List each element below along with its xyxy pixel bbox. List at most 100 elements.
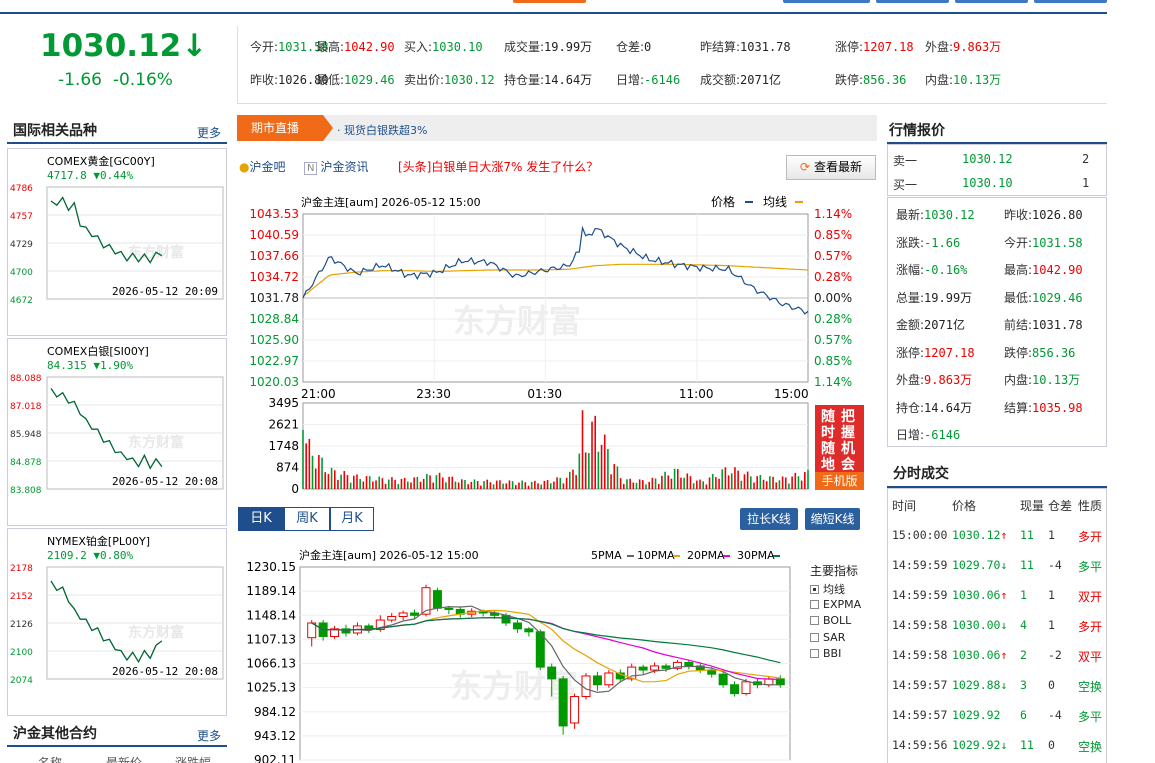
checkbox-icon[interactable] <box>810 649 819 658</box>
indicator-option[interactable]: BOLL <box>810 614 851 627</box>
ad-char: 握 <box>841 425 855 441</box>
mini-tick-label: 2152 <box>10 592 33 602</box>
news-icon: N <box>304 162 318 175</box>
tick-nature: 多开 <box>1078 530 1103 544</box>
intl-product-card[interactable]: 2178 2152 2126 2100 2074 东方财富 NYMEX铂金[PL00Y] 21… <box>7 528 227 716</box>
tick-delta: 1 <box>1048 618 1055 632</box>
kline-tab[interactable]: 月K <box>330 507 374 531</box>
ticks-col-header: 时间 <box>892 499 917 513</box>
quote-item: 跌停:856.36 <box>835 73 907 87</box>
candle-body <box>650 665 660 671</box>
intl-product-card[interactable]: 88.088 87.018 85.948 84.878 83.808 东方财富 COMEX白… <box>7 338 227 526</box>
top-nav-accent[interactable] <box>513 0 586 3</box>
quote-stat: 金额:2071亿 <box>896 318 965 332</box>
ticks-col-header: 价格 <box>952 499 977 513</box>
mini-tick-label: 4786 <box>10 184 33 194</box>
volume-tick-label: 0 <box>291 482 299 496</box>
tick-nature: 空换 <box>1078 680 1103 694</box>
kline-y-tick-label: 1189.14 <box>246 584 296 598</box>
mini-tick-label: 2178 <box>10 564 33 574</box>
intl-product-price: 4717.8 ▼0.44% <box>47 169 134 182</box>
mini-tick-label: 87.018 <box>10 402 42 412</box>
tick-delta: -2 <box>1048 648 1062 662</box>
pct-tick-label: 0.57% <box>814 249 852 263</box>
section-underline <box>7 142 227 144</box>
quote-stat: 涨幅:-0.16% <box>896 263 968 277</box>
indicator-option[interactable]: 均线 <box>810 581 845 597</box>
candle-body <box>741 681 751 695</box>
ticks-col-header: 现量 <box>1020 499 1045 513</box>
intl-product-date: 2026-05-12 20:09 <box>112 285 218 298</box>
price-change: -1.66 -0.16% <box>58 70 173 90</box>
candle-body <box>730 684 740 695</box>
intl-product-card[interactable]: 4786 4757 4729 4700 4672 东方财富 COMEX黄金[GC00Y] 47… <box>7 148 227 336</box>
legend-avg-label: 均线 <box>763 195 787 209</box>
other-more-link[interactable]: 更多 <box>197 727 221 744</box>
quote-item: 仓差:0 <box>616 40 652 54</box>
live-news-link[interactable]: · 现货白银跌超3% <box>337 122 427 138</box>
tick-time: 14:59:58 <box>892 618 948 632</box>
candle-body <box>547 666 557 680</box>
candle-body <box>432 590 442 609</box>
quote-stat: 日增:-6146 <box>896 428 961 442</box>
tick-price: 1030.00↓ <box>952 618 1008 632</box>
checkbox-icon[interactable] <box>810 632 819 642</box>
top-nav-button[interactable] <box>783 0 870 3</box>
zoom-in-kline-button[interactable]: 缩短K线 <box>805 508 860 530</box>
volume-tick-label: 874 <box>276 461 299 475</box>
quote-item: 昨结算:1031.78 <box>700 40 791 54</box>
top-nav-button[interactable] <box>876 0 949 3</box>
checkbox-icon[interactable] <box>810 616 819 625</box>
last-price: 1030.12↓ <box>40 28 208 64</box>
tick-qty: 3 <box>1020 678 1027 692</box>
kline-tab[interactable]: 日K <box>238 507 284 531</box>
price-tick-label: 1037.66 <box>249 249 299 263</box>
ticks-col-header: 性质 <box>1078 499 1103 513</box>
quote-stat: 内盘:10.13万 <box>1004 373 1081 387</box>
indicator-option[interactable]: SAR <box>810 631 845 644</box>
tick-nature: 多平 <box>1078 710 1103 724</box>
quote-stat: 今开:1031.58 <box>1004 235 1083 250</box>
zoom-out-kline-button[interactable]: 拉长K线 <box>740 508 798 530</box>
orderbook-qty: 1 <box>1082 176 1090 190</box>
top-nav-button[interactable] <box>1034 0 1107 3</box>
tick-nature: 双平 <box>1078 650 1103 664</box>
top-nav-button[interactable] <box>955 0 1028 3</box>
tick-price: 1029.92 <box>952 708 1001 722</box>
refresh-button[interactable]: ⟳ 查看最新 <box>786 155 876 180</box>
checkbox-icon[interactable] <box>810 599 819 609</box>
checkbox-icon[interactable] <box>810 585 819 594</box>
price-tick-label: 1031.78 <box>249 291 299 305</box>
candle-body <box>512 622 522 630</box>
indicator-option[interactable]: EXPMA <box>810 598 861 611</box>
tick-time: 14:59:59 <box>892 558 948 572</box>
headline-link[interactable]: [头条]白银单日大涨7% 发生了什么？ <box>398 158 598 175</box>
tick-delta: 1 <box>1048 588 1055 602</box>
tick-price: 1030.06↑ <box>952 648 1008 662</box>
news-link[interactable]: N 沪金资讯 <box>304 158 369 175</box>
tick-time: 14:59:57 <box>892 678 948 692</box>
kline-y-tick-label: 984.12 <box>254 705 296 719</box>
candle-body <box>638 666 648 671</box>
forum-link[interactable]: ●沪金吧 <box>239 158 286 175</box>
quote-item: 买入:1030.10 <box>404 40 483 54</box>
price-tick-label: 1040.59 <box>249 228 299 242</box>
indicator-option[interactable]: BBI <box>810 647 841 660</box>
kline-y-tick-label: 1025.13 <box>246 681 296 695</box>
tick-delta: 1 <box>1048 528 1055 542</box>
time-tick-label: 15:00 <box>774 387 809 401</box>
down-arrow-icon: ↓ <box>1000 738 1008 752</box>
kline-tab[interactable]: 周K <box>284 507 330 531</box>
pct-tick-label: 0.00% <box>814 291 852 305</box>
mini-tick-label: 2074 <box>10 676 33 686</box>
ad-char: 随 <box>821 409 835 425</box>
mobile-version-label[interactable]: 手机版 <box>815 472 864 490</box>
forum-icon: ● <box>239 160 250 174</box>
price-tick-label: 1020.03 <box>249 375 299 389</box>
price-tick-label: 1043.53 <box>249 207 299 221</box>
intl-more-link[interactable]: 更多 <box>197 124 221 141</box>
section-underline <box>7 745 227 747</box>
orderbook-qty: 2 <box>1082 152 1090 166</box>
tick-delta: 0 <box>1048 678 1055 692</box>
candle-body <box>558 678 568 727</box>
